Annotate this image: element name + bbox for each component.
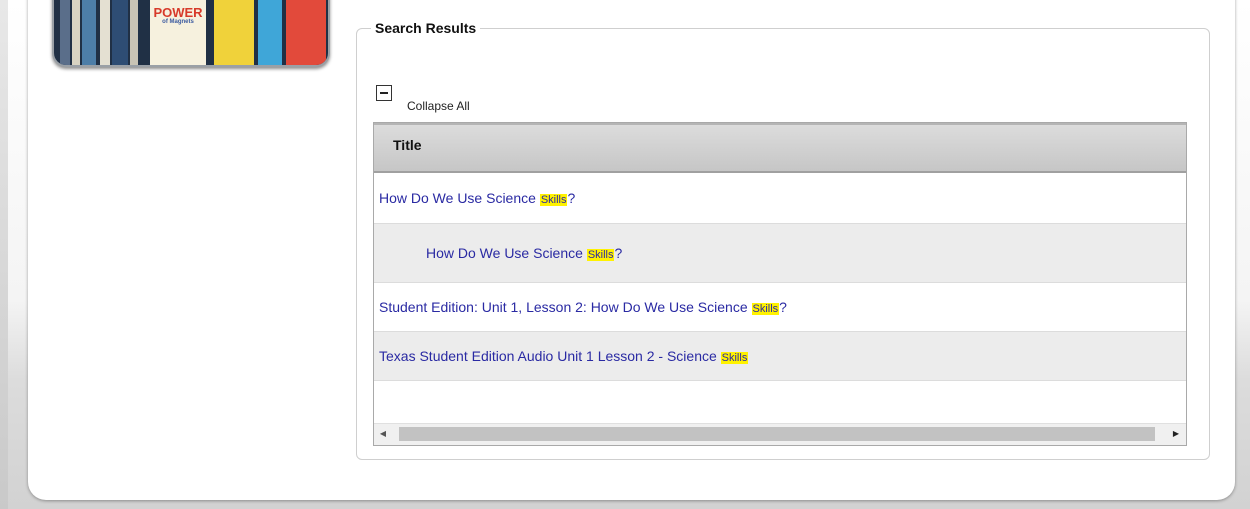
resource-thumbnail[interactable]: POWER of Magnets <box>52 0 330 67</box>
book-cover <box>258 0 282 65</box>
result-title[interactable]: Texas Student Edition Audio Unit 1 Lesso… <box>379 348 749 364</box>
horizontal-scrollbar[interactable]: ◀ ▶ <box>374 423 1186 445</box>
book-spine <box>60 0 70 65</box>
result-title[interactable]: How Do We Use Science Skills? <box>379 190 575 206</box>
book-cover <box>214 0 254 65</box>
scrollbar-thumb[interactable] <box>399 427 1155 441</box>
collapse-all-label[interactable]: Collapse All <box>407 99 470 113</box>
result-title[interactable]: How Do We Use Science Skills? <box>426 245 622 261</box>
magnets-poster: POWER of Magnets <box>150 0 206 65</box>
scroll-right-arrow-icon[interactable]: ▶ <box>1170 428 1182 440</box>
search-results-legend: Search Results <box>375 20 477 36</box>
book-spine <box>72 0 80 65</box>
book-spine <box>82 0 96 65</box>
book-cover <box>286 0 326 65</box>
search-term-highlight: Skills <box>720 352 749 364</box>
search-term-highlight: Skills <box>751 303 780 315</box>
results-grid: Title How Do We Use Science Skills? How … <box>373 122 1187 446</box>
page-edge <box>0 0 8 509</box>
result-row[interactable]: Texas Student Edition Audio Unit 1 Lesso… <box>374 332 1186 381</box>
collapse-all-icon[interactable] <box>376 85 392 101</box>
search-results-panel: Search Results Collapse All Title How Do… <box>356 20 1210 460</box>
book-spine <box>112 0 128 65</box>
book-spine <box>130 0 138 65</box>
scroll-left-arrow-icon[interactable]: ◀ <box>377 428 389 440</box>
result-row[interactable]: Student Edition: Unit 1, Lesson 2: How D… <box>374 283 1186 332</box>
result-row-child[interactable]: How Do We Use Science Skills? <box>374 224 1186 283</box>
result-title[interactable]: Student Edition: Unit 1, Lesson 2: How D… <box>379 299 787 315</box>
column-header-title[interactable]: Title <box>374 123 1186 173</box>
search-term-highlight: Skills <box>586 249 615 261</box>
result-row[interactable]: How Do We Use Science Skills? <box>374 173 1186 224</box>
search-term-highlight: Skills <box>539 194 568 206</box>
book-spine <box>100 0 110 65</box>
poster-title: POWER <box>153 5 203 20</box>
poster-subtitle: of Magnets <box>162 19 194 25</box>
